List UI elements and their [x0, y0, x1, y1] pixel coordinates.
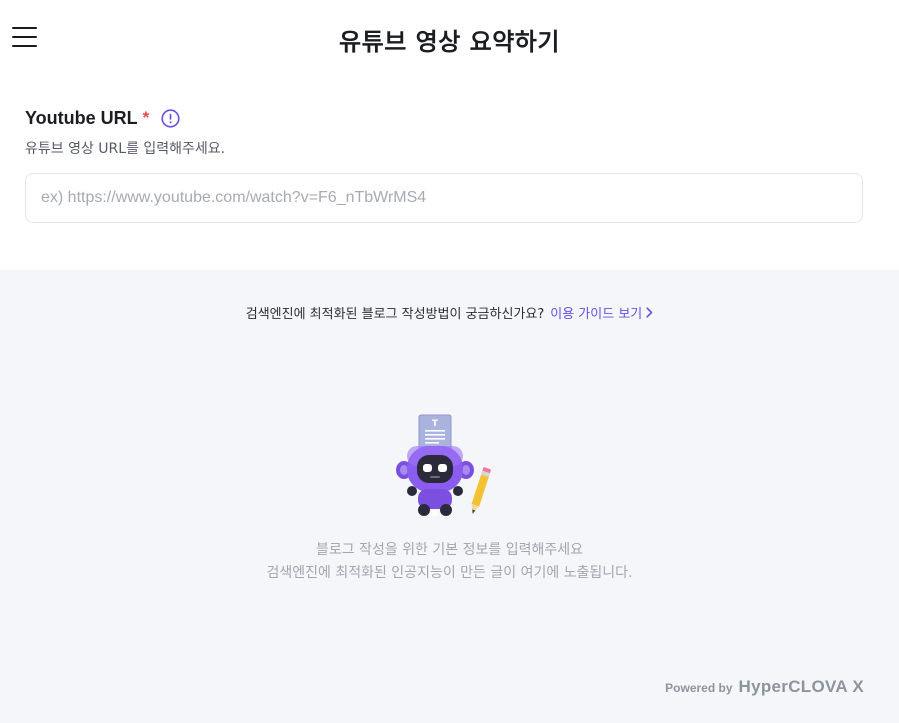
field-label-row: Youtube URL *: [25, 108, 863, 128]
result-panel: 검색엔진에 최적화된 블로그 작성방법이 궁금하신가요? 이용 가이드 보기 T: [0, 270, 899, 723]
url-helper-text: 유튜브 영상 URL를 입력해주세요.: [25, 141, 226, 157]
empty-state-message: 블로그 작성을 위한 기본 정보를 입력해주세요 검색엔진에 최적화된 인공지능…: [0, 539, 899, 585]
youtube-url-input[interactable]: [25, 173, 863, 223]
page-title: 유튜브 영상 요약하기: [339, 28, 560, 56]
powered-by-label: Powered by: [665, 681, 733, 695]
usage-guide-link[interactable]: 이용 가이드 보기: [550, 307, 653, 322]
usage-guide-link-label: 이용 가이드 보기: [550, 307, 643, 322]
empty-state-line-2: 검색엔진에 최적화된 인공지능이 만든 글이 여기에 노출됩니다.: [266, 565, 633, 581]
url-form: Youtube URL * 유튜브 영상 URL를 입력해주세요.: [0, 76, 899, 270]
info-circle-icon[interactable]: [161, 108, 180, 128]
powered-by-badge: Powered by HyperCLOVA X: [665, 677, 864, 697]
empty-state-line-1: 블로그 작성을 위한 기본 정보를 입력해주세요: [316, 542, 583, 558]
required-mark: *: [142, 108, 150, 127]
svg-text:T: T: [432, 419, 439, 429]
app-header: 유튜브 영상 요약하기: [0, 0, 899, 76]
guide-question: 검색엔진에 최적화된 블로그 작성방법이 궁금하신가요?: [245, 307, 545, 322]
robot-writer-illustration: T: [392, 413, 496, 521]
chevron-right-icon: [646, 307, 653, 322]
brand-logo: HyperCLOVA X: [738, 677, 864, 696]
guide-banner: 검색엔진에 최적화된 블로그 작성방법이 궁금하신가요? 이용 가이드 보기: [0, 303, 899, 322]
url-field-label: Youtube URL: [25, 107, 138, 128]
